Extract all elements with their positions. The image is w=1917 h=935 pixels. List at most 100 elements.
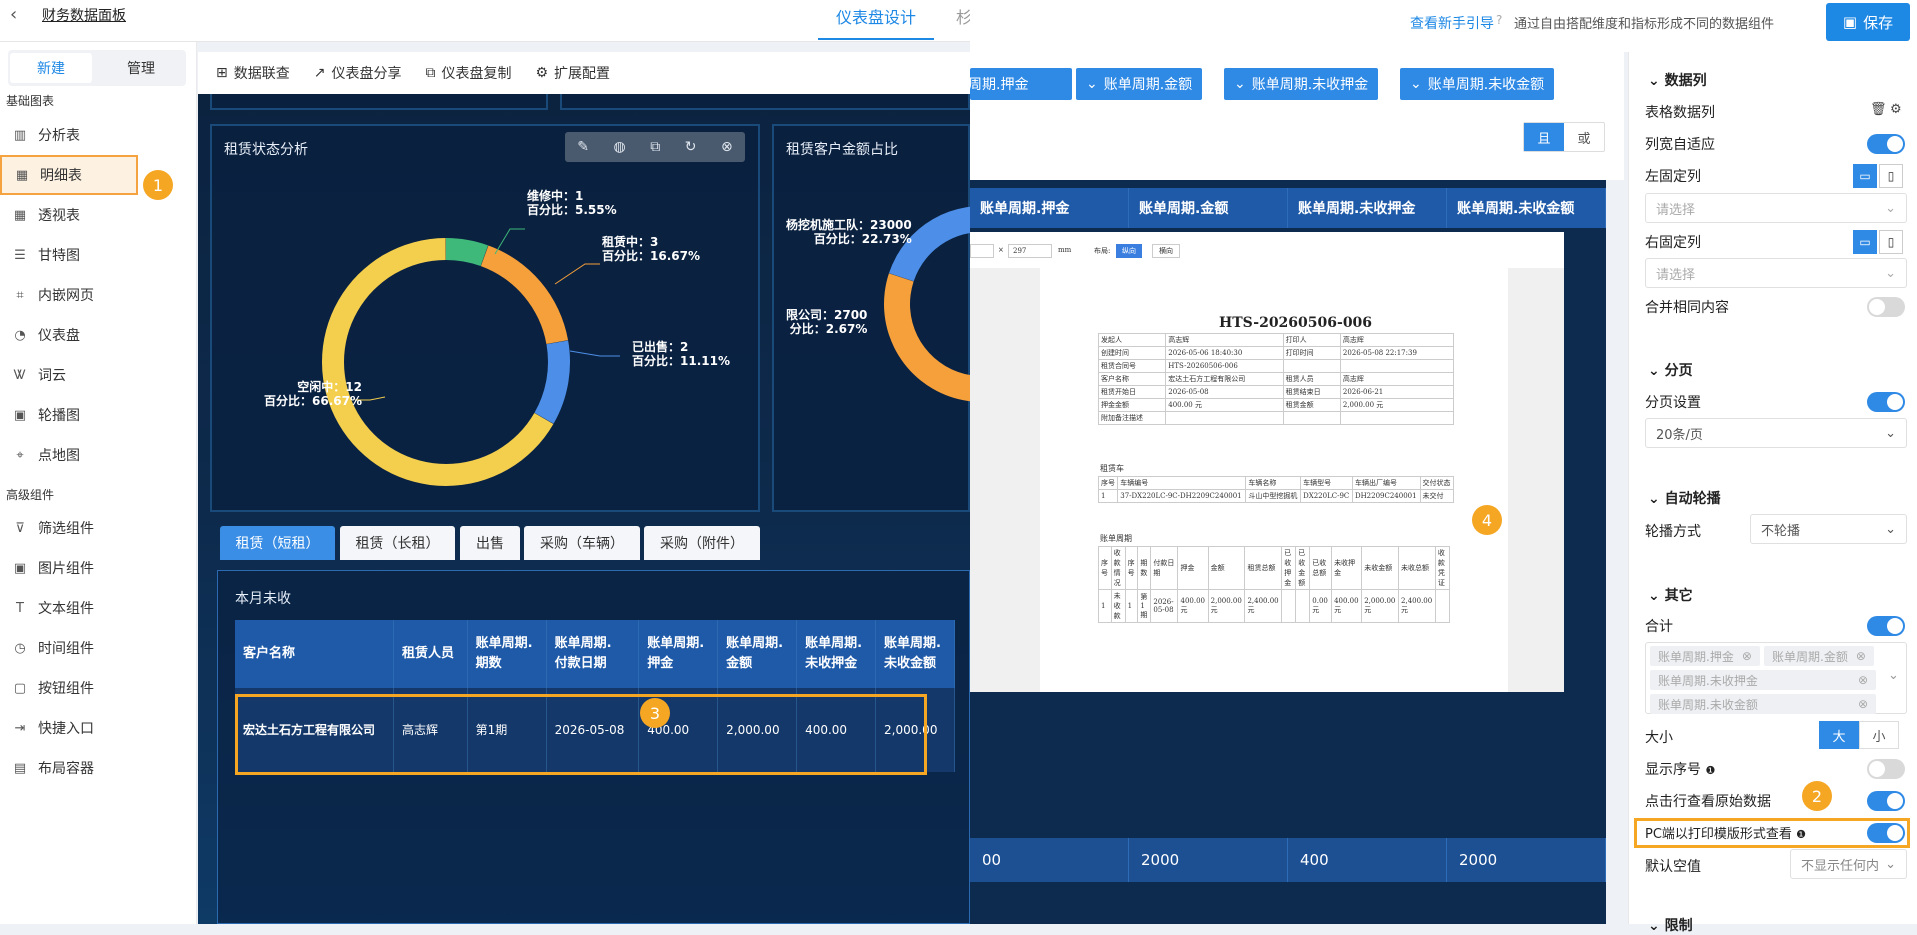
print-cell: 2,000.00元 bbox=[1207, 589, 1246, 623]
sidebar-item[interactable]: ▦ 透视表 bbox=[0, 195, 196, 235]
section-other[interactable]: ⌄ 其它 bbox=[1648, 585, 1693, 605]
save-button[interactable]: ▣ 保存 bbox=[1826, 3, 1910, 41]
tab-purchase-accessory[interactable]: 采购（附件） bbox=[644, 526, 760, 560]
tab-long-rent[interactable]: 租赁（长租） bbox=[340, 526, 455, 560]
size-big-button[interactable]: 大 bbox=[1819, 721, 1859, 749]
left-fix-select[interactable]: 请选择 ⌄ bbox=[1645, 193, 1907, 223]
column-header[interactable]: 客户名称 bbox=[235, 620, 395, 688]
column-header[interactable]: 账单周期. 付款日期 bbox=[546, 620, 640, 688]
show-index-text: 显示序号 bbox=[1645, 762, 1701, 778]
label-customer-1: 杨挖机施工队：23000 百分比：22.73% bbox=[786, 218, 912, 246]
app-title[interactable]: 财务数据面板 bbox=[42, 5, 126, 25]
show-index-toggle[interactable] bbox=[1867, 759, 1905, 779]
size-small-button[interactable]: 小 bbox=[1859, 721, 1899, 749]
manage-tab[interactable]: 管理 bbox=[100, 53, 182, 83]
column-header[interactable]: 账单周期.未收押金 bbox=[1288, 188, 1447, 228]
close-icon[interactable]: ⊗ bbox=[1742, 649, 1752, 663]
back-icon[interactable]: ‹ bbox=[10, 4, 17, 25]
new-tab[interactable]: 新建 bbox=[10, 53, 92, 83]
and-button[interactable]: 且 bbox=[1524, 123, 1564, 151]
sidebar-item[interactable]: ⌖ 点地图 bbox=[0, 435, 196, 475]
guide-link[interactable]: 查看新手引导 bbox=[1410, 13, 1494, 33]
desktop-icon[interactable]: ▭ bbox=[1853, 164, 1877, 188]
rent-status-donut bbox=[322, 228, 620, 487]
sidebar-item[interactable]: ◷ 时间组件 bbox=[0, 628, 196, 668]
extend-config-button[interactable]: ⚙ 扩展配置 bbox=[535, 63, 610, 83]
column-header[interactable]: 账单周期. 押金 bbox=[638, 620, 719, 688]
column-header[interactable]: 账单周期. 未收押金 bbox=[796, 620, 877, 688]
filter-chip[interactable]: 账单周期.押金 bbox=[940, 68, 1072, 100]
print-cell: 车辆出厂编号 bbox=[1351, 476, 1421, 490]
height-input[interactable]: 297 bbox=[1008, 244, 1052, 258]
column-header[interactable]: 账单周期.未收金额 bbox=[1447, 188, 1606, 228]
section-paging[interactable]: ⌄ 分页 bbox=[1648, 360, 1693, 380]
data-link-button[interactable]: ⊞ 数据联查 bbox=[216, 63, 290, 83]
print-cell: 1 bbox=[1098, 589, 1112, 623]
tab-purchase-vehicle[interactable]: 采购（车辆） bbox=[524, 526, 640, 560]
sidebar-item[interactable]: T 文本组件 bbox=[0, 588, 196, 628]
pie-slice[interactable] bbox=[534, 340, 570, 424]
paging-toggle[interactable] bbox=[1867, 392, 1905, 412]
pie-slice[interactable] bbox=[446, 238, 489, 267]
unit-label: mm bbox=[1058, 246, 1072, 254]
click-raw-toggle[interactable] bbox=[1867, 791, 1905, 811]
sidebar-item[interactable]: ⇥ 快捷入口 bbox=[0, 708, 196, 748]
sidebar-item[interactable]: ⌗ 内嵌网页 bbox=[0, 275, 196, 315]
col-autowidth-toggle[interactable] bbox=[1867, 134, 1905, 154]
or-button[interactable]: 或 bbox=[1564, 123, 1604, 151]
column-header[interactable]: 租赁人员 bbox=[393, 620, 468, 688]
mobile-icon[interactable]: ▯ bbox=[1879, 164, 1903, 188]
column-header[interactable]: 账单周期. 期数 bbox=[467, 620, 547, 688]
sidebar-item[interactable]: ☰ 甘特图 bbox=[0, 235, 196, 275]
column-header[interactable]: 账单周期.押金 bbox=[970, 188, 1129, 228]
close-icon[interactable]: ⊗ bbox=[1858, 697, 1868, 711]
sidebar-item-label: 按钮组件 bbox=[38, 681, 94, 697]
sidebar-item[interactable]: ▣ 图片组件 bbox=[0, 548, 196, 588]
total-toggle[interactable] bbox=[1867, 616, 1905, 636]
sidebar-item[interactable]: Ꮤ 词云 bbox=[0, 355, 196, 395]
sidebar-item[interactable]: ▢ 按钮组件 bbox=[0, 668, 196, 708]
column-header[interactable]: 账单周期. 未收金额 bbox=[875, 620, 955, 688]
close-icon[interactable]: ⊗ bbox=[1856, 649, 1866, 663]
copy-button[interactable]: ⧉ 仪表盘复制 bbox=[425, 63, 511, 83]
trash-icon[interactable]: 🗑 bbox=[1870, 102, 1887, 117]
sidebar-item[interactable]: ⊽ 筛选组件 bbox=[0, 508, 196, 548]
tab-short-rent[interactable]: 租赁（短租） bbox=[220, 526, 335, 560]
column-header[interactable]: 账单周期.金额 bbox=[1129, 188, 1288, 228]
sidebar-item[interactable]: ▣ 轮播图 bbox=[0, 395, 196, 435]
bar-chart-icon: ▥ bbox=[13, 127, 27, 143]
sidebar-item[interactable]: ◔ 仪表盘 bbox=[0, 315, 196, 355]
pie-slice[interactable] bbox=[480, 245, 569, 344]
column-header[interactable]: 账单周期. 金额 bbox=[717, 620, 798, 688]
width-input[interactable] bbox=[970, 244, 994, 258]
sidebar-item[interactable]: ▤ 布局容器 bbox=[0, 748, 196, 788]
tab-dashboard-design[interactable]: 仪表盘设计 bbox=[818, 4, 935, 40]
top-panel-stub-2 bbox=[560, 94, 970, 110]
page-size-select[interactable]: 20条/页 ⌄ bbox=[1645, 418, 1907, 448]
chevron-down-icon: ⌄ bbox=[1885, 200, 1896, 216]
section-autoplay[interactable]: ⌄ 自动轮播 bbox=[1648, 488, 1721, 508]
sidebar-item[interactable]: ▥ 分析表 bbox=[0, 115, 196, 155]
default-empty-select[interactable]: 不显示任何内 ⌄ bbox=[1790, 849, 1907, 879]
tab-sale[interactable]: 出售 bbox=[460, 526, 520, 560]
sidebar-item[interactable]: ▦ 明细表 bbox=[0, 155, 138, 195]
filter-chip[interactable]: ⌄ 账单周期.金额 bbox=[1076, 68, 1203, 100]
section-more[interactable]: ⌄ 限制 bbox=[1648, 915, 1693, 935]
section-datacol[interactable]: ⌄ 数据列 bbox=[1648, 70, 1707, 90]
merge-same-toggle[interactable] bbox=[1867, 297, 1905, 317]
portrait-button[interactable]: 纵向 bbox=[1116, 244, 1142, 258]
sidebar-item-label: 明细表 bbox=[40, 168, 82, 184]
chevron-down-icon[interactable]: ⌄ bbox=[1888, 668, 1899, 683]
settings-icon[interactable]: ⚙ bbox=[1890, 102, 1902, 117]
sidebar-item-label: 布局容器 bbox=[38, 761, 94, 777]
mobile-icon[interactable]: ▯ bbox=[1879, 230, 1903, 254]
close-icon[interactable]: ⊗ bbox=[1858, 673, 1868, 687]
filter-chip[interactable]: ⌄ 账单周期.未收金额 bbox=[1400, 68, 1555, 100]
share-button[interactable]: ↗ 仪表盘分享 bbox=[314, 63, 402, 83]
desktop-icon[interactable]: ▭ bbox=[1853, 230, 1877, 254]
filter-chip[interactable]: ⌄ 账单周期.未收押金 bbox=[1224, 68, 1379, 100]
sidebar-item-label: 甘特图 bbox=[38, 248, 80, 264]
carousel-mode-select[interactable]: 不轮播 ⌄ bbox=[1750, 514, 1907, 544]
landscape-button[interactable]: 横向 bbox=[1152, 244, 1180, 258]
right-fix-select[interactable]: 请选择 ⌄ bbox=[1645, 258, 1907, 288]
